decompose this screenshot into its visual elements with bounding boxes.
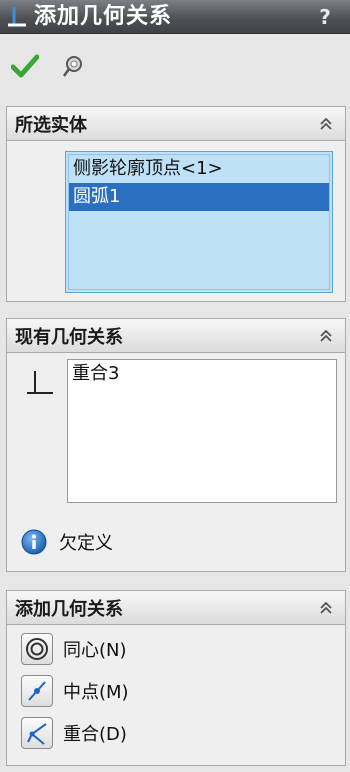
collapse-icon[interactable] [317,599,335,617]
ok-button[interactable] [8,49,42,83]
midpoint-icon [28,681,46,701]
add-relations-group: 添加几何关系 同心(N) 中点(M) 重合(D) [6,590,346,766]
help-button[interactable]: ? [314,4,336,30]
add-relations-header[interactable]: 添加几何关系 [7,591,345,625]
selected-entities-header[interactable]: 所选实体 [7,107,345,141]
pushpin-icon [62,56,82,77]
status-text: 欠定义 [59,533,113,554]
add-relations-title: 添加几何关系 [15,598,123,620]
add-relation-icon [0,0,34,34]
existing-relations-list[interactable]: 重合3 [67,359,337,503]
existing-relations-group: 现有几何关系 重合3 欠定义 [6,318,346,572]
panel-title: 添加几何关系 [34,3,173,29]
selected-entities-title: 所选实体 [15,114,87,136]
coincident-row[interactable]: 重合(D) [21,717,127,749]
concentric-row[interactable]: 同心(N) [21,633,127,665]
list-item[interactable]: 重合3 [68,360,336,388]
concentric-label[interactable]: 同心(N) [63,636,127,662]
relation-icon [27,371,53,394]
midpoint-button[interactable] [21,675,53,707]
coincident-label[interactable]: 重合(D) [63,720,127,746]
pushpin-button[interactable] [56,49,90,83]
midpoint-row[interactable]: 中点(M) [21,675,129,707]
title-bar: 添加几何关系 ? [0,0,350,34]
coincident-button[interactable] [21,717,53,749]
coincident-icon [27,723,47,745]
selected-entities-list[interactable]: 侧影轮廓顶点<1> 圆弧1 [65,151,333,293]
selected-entities-group: 所选实体 侧影轮廓顶点<1> 圆弧1 [6,106,346,302]
info-icon [21,529,47,555]
status-row: 欠定义 [21,529,113,555]
list-item-selected[interactable]: 圆弧1 [69,183,329,211]
collapse-icon[interactable] [317,115,335,133]
list-item[interactable]: 侧影轮廓顶点<1> [69,155,329,183]
existing-relations-header[interactable]: 现有几何关系 [7,319,345,353]
concentric-button[interactable] [21,633,53,665]
existing-relations-title: 现有几何关系 [15,326,123,348]
collapse-icon[interactable] [317,327,335,345]
toolbar [8,48,90,84]
checkmark-icon [11,54,39,78]
concentric-icon [26,638,48,660]
midpoint-label[interactable]: 中点(M) [63,678,129,704]
